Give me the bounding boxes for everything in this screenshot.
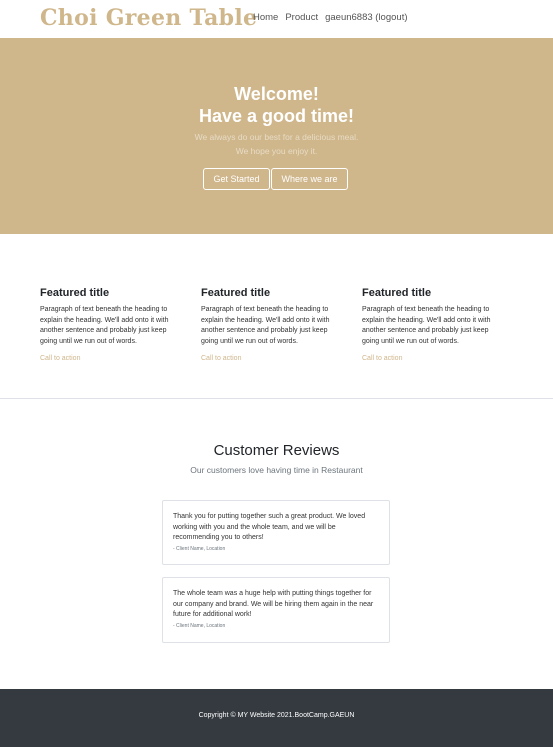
hero-subtitle-line2: We hope you enjoy it. [235, 146, 318, 156]
nav-product-link[interactable]: Product [285, 12, 318, 23]
feature-text: Paragraph of text beneath the heading to… [40, 306, 169, 345]
feature-text: Paragraph of text beneath the heading to… [201, 306, 330, 345]
hero-section: Welcome! Have a good time! We always do … [0, 38, 553, 234]
feature-card: Featured title Paragraph of text beneath… [362, 286, 504, 362]
get-started-button[interactable]: Get Started [203, 168, 270, 190]
nav-home-link[interactable]: Home [253, 12, 278, 23]
feature-title: Featured title [362, 287, 432, 299]
hero-title-line1: Welcome! [234, 84, 319, 104]
feature-title: Featured title [40, 287, 110, 299]
review-author: - Client Name, Location [173, 622, 226, 629]
feature-title: Featured title [201, 287, 271, 299]
feature-text: Paragraph of text beneath the heading to… [362, 306, 491, 345]
feature-card: Featured title Paragraph of text beneath… [201, 286, 343, 362]
section-divider [0, 398, 553, 399]
hero-title-line2: Have a good time! [198, 106, 355, 126]
brand-logo[interactable]: Choi Green Table [40, 5, 257, 31]
review-text: Thank you for putting together such a gr… [173, 513, 366, 541]
features-section: Featured title Paragraph of text beneath… [0, 234, 553, 398]
hero-subtitle-line1: We always do our best for a delicious me… [194, 132, 359, 142]
reviews-title: Customer Reviews [213, 442, 340, 459]
review-card: Thank you for putting together such a gr… [162, 500, 390, 565]
review-card: The whole team was a huge help with putt… [162, 577, 390, 643]
main-nav: Home Product gaeun6883 (logout) [253, 12, 415, 23]
nav-logout-link[interactable]: gaeun6883 (logout) [325, 12, 407, 23]
review-author: - Client Name, Location [173, 545, 226, 552]
call-to-action-link[interactable]: Call to action [40, 355, 182, 362]
footer: Copyright © MY Website 2021.BootCamp.GAE… [0, 689, 553, 747]
feature-card: Featured title Paragraph of text beneath… [40, 286, 182, 362]
call-to-action-link[interactable]: Call to action [362, 355, 504, 362]
call-to-action-link[interactable]: Call to action [201, 355, 343, 362]
footer-copyright: Copyright © MY Website 2021.BootCamp.GAE… [198, 712, 355, 719]
reviews-subtitle: Our customers love having time in Restau… [190, 465, 363, 475]
review-text: The whole team was a huge help with putt… [173, 590, 374, 618]
where-we-are-button[interactable]: Where we are [271, 168, 348, 190]
navbar: Choi Green Table Home Product gaeun6883 … [0, 0, 553, 38]
